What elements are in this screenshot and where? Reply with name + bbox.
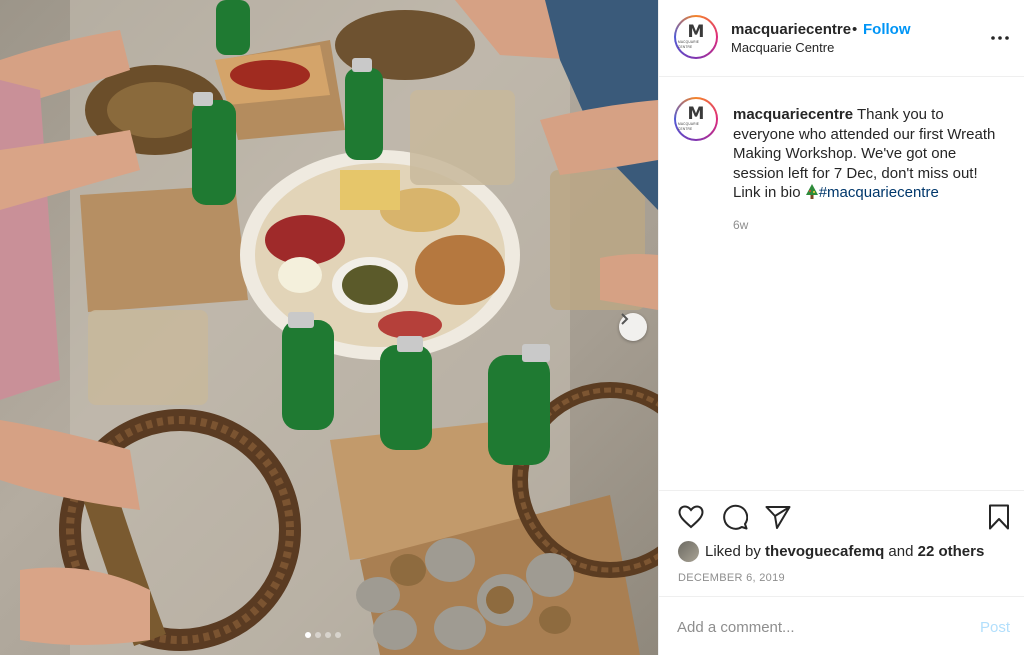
follow-button[interactable]: Follow xyxy=(863,21,911,38)
header-separator: • xyxy=(852,21,858,38)
caption-age: 6w xyxy=(733,218,749,232)
avatar[interactable]: M MACQUARIE CENTRE xyxy=(674,15,718,59)
liker-avatar[interactable] xyxy=(678,540,699,562)
hashtag-link[interactable]: #macquariecentre xyxy=(819,184,939,201)
post-caption: macquariecentre Thank you to everyone wh… xyxy=(733,105,1003,203)
avatar-letter: M xyxy=(687,104,705,124)
christmas-tree-icon xyxy=(805,184,818,199)
avatar-logo: M MACQUARIE CENTRE xyxy=(676,17,716,57)
comment-button[interactable] xyxy=(720,502,750,532)
comment-icon xyxy=(723,504,748,530)
likes-prefix: Liked by xyxy=(705,542,761,560)
caption-avatar[interactable]: M MACQUARIE CENTRE xyxy=(674,97,718,141)
carousel-indicators xyxy=(305,632,341,638)
caption-section: M MACQUARIE CENTRE macquariecentre Thank… xyxy=(659,78,1024,490)
post-date: DECEMBER 6, 2019 xyxy=(678,572,785,584)
add-comment-bar: Post xyxy=(659,596,1024,655)
carousel-dot xyxy=(325,632,331,638)
carousel-dot xyxy=(335,632,341,638)
likes-summary: Liked by thevoguecafemq and 22 others xyxy=(678,539,984,563)
bookmark-icon xyxy=(989,504,1009,530)
chevron-right-icon xyxy=(621,313,629,325)
header-username[interactable]: macquariecentre xyxy=(731,21,851,38)
post-photo[interactable] xyxy=(0,0,658,655)
caption-username[interactable]: macquariecentre xyxy=(733,106,853,123)
others-likes-link[interactable]: 22 others xyxy=(918,543,985,560)
post-actions: Liked by thevoguecafemq and 22 others DE… xyxy=(659,490,1024,596)
comment-input[interactable] xyxy=(677,615,957,639)
heart-icon xyxy=(678,505,704,529)
avatar-subtext: MACQUARIE CENTRE xyxy=(678,40,700,49)
avatar-subtext: MACQUARIE CENTRE xyxy=(678,122,700,131)
share-button[interactable] xyxy=(763,502,793,532)
avatar-letter: M xyxy=(687,22,705,42)
like-button[interactable] xyxy=(676,502,706,532)
wreath-workshop-image xyxy=(0,0,658,655)
post-location[interactable]: Macquarie Centre xyxy=(731,40,834,55)
post-details-panel: M MACQUARIE CENTRE macquariecentre • Fol… xyxy=(658,0,1024,655)
more-options-button[interactable] xyxy=(989,27,1011,49)
next-slide-button[interactable] xyxy=(619,313,647,341)
avatar-logo: M MACQUARIE CENTRE xyxy=(676,99,716,139)
liker-username[interactable]: thevoguecafemq xyxy=(765,543,884,560)
send-icon xyxy=(765,506,791,529)
carousel-dot xyxy=(305,632,311,638)
likes-and: and xyxy=(888,542,914,560)
post-comment-button[interactable]: Post xyxy=(980,619,1010,636)
post-header: M MACQUARIE CENTRE macquariecentre • Fol… xyxy=(659,0,1024,77)
save-button[interactable] xyxy=(984,502,1014,532)
carousel-dot xyxy=(315,632,321,638)
more-horizontal-icon xyxy=(991,36,1009,40)
